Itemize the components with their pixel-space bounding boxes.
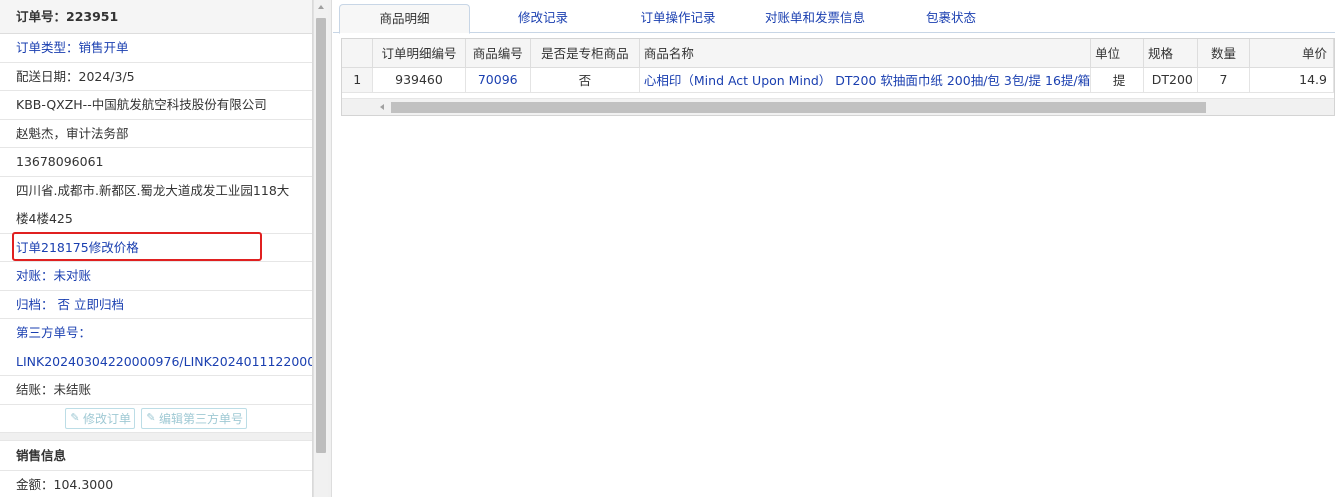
archive-status[interactable]: 归档： 否 立即归档 — [0, 291, 312, 319]
scroll-up-arrow-icon[interactable] — [318, 5, 324, 9]
cell-detail-no: 939460 — [372, 67, 466, 93]
header-product-no[interactable]: 商品编号 — [465, 39, 531, 68]
address-line-2: 楼4楼425 — [0, 205, 312, 234]
delivery-date: 配送日期：2024/3/5 — [0, 63, 312, 91]
tab-product-details[interactable]: 商品明细 — [339, 4, 470, 34]
edit-order-button[interactable]: ✎ 修改订单 — [64, 407, 135, 429]
header-spec[interactable]: 规格 — [1143, 39, 1198, 68]
cell-price: 14.9 — [1249, 67, 1334, 93]
header-unit[interactable]: 单位 — [1090, 39, 1145, 68]
header-price[interactable]: 单价 — [1249, 39, 1334, 68]
tab-package-status[interactable]: 包裹状态 — [889, 4, 1013, 33]
customer-name: KBB-QXZH--中国航发航空科技股份有限公司 — [0, 91, 312, 120]
detail-area: 商品明细 修改记录 订单操作记录 对账单和发票信息 包裹状态 订单明细编号 商品… — [333, 0, 1335, 497]
header-special[interactable]: 是否是专柜商品 — [530, 39, 640, 68]
cell-qty: 7 — [1197, 67, 1251, 93]
edit-third-party-label: 编辑第三方单号 — [159, 411, 244, 426]
contact-person: 赵魁杰，审计法务部 — [0, 120, 312, 148]
scroll-thumb[interactable] — [316, 18, 326, 453]
order-note: 订单218175修改价格 — [0, 234, 312, 262]
hscroll-thumb[interactable] — [391, 102, 1206, 113]
header-qty[interactable]: 数量 — [1197, 39, 1251, 68]
cell-product-name-link[interactable]: 心相印（Mind Act Upon Mind） DT200 软抽面巾纸 200抽… — [639, 67, 1092, 93]
contact-phone: 13678096061 — [0, 148, 312, 177]
cell-product-no-link[interactable]: 70096 — [465, 67, 531, 93]
third-party-label: 第三方单号： — [16, 325, 92, 340]
reconcile-status[interactable]: 对账：未对账 — [0, 262, 312, 291]
sales-info-title: 销售信息 — [0, 441, 312, 471]
left-panel-scrollbar[interactable] — [313, 0, 328, 497]
header-detail-no[interactable]: 订单明细编号 — [372, 39, 466, 68]
panel-splitter[interactable] — [328, 0, 332, 497]
product-grid: 订单明细编号 商品编号 是否是专柜商品 商品名称 单位 规格 数量 单价 1 9… — [341, 38, 1335, 116]
edit-third-party-button[interactable]: ✎ 编辑第三方单号 — [141, 407, 248, 429]
tab-bar: 商品明细 修改记录 订单操作记录 对账单和发票信息 包裹状态 — [333, 0, 1335, 34]
edit-icon: ✎ — [146, 411, 156, 424]
address-line-1: 四川省.成都市.新都区.蜀龙大道成发工业园118大 — [16, 182, 290, 198]
edit-order-label: 修改订单 — [82, 411, 131, 426]
row-number: 1 — [342, 67, 374, 93]
grid-horizontal-scrollbar[interactable] — [342, 98, 1334, 115]
cell-unit: 提 — [1090, 67, 1145, 93]
cell-spec: DT200 — [1143, 67, 1198, 93]
third-party-order-numbers: LINK20240304220000976/LINK20240111220001… — [0, 348, 312, 376]
order-number: 订单号：223951 — [0, 0, 312, 34]
edit-icon: ✎ — [70, 411, 80, 424]
product-table: 订单明细编号 商品编号 是否是专柜商品 商品名称 单位 规格 数量 单价 1 9… — [342, 39, 1334, 93]
sales-amount: 金额：104.3000 — [0, 471, 312, 497]
table-row[interactable]: 1 939460 70096 否 心相印（Mind Act Upon Mind）… — [342, 67, 1334, 93]
order-info-panel: 订单号：223951 订单类型：销售开单 配送日期：2024/3/5 KBB-Q… — [0, 0, 313, 497]
tab-order-operation-log[interactable]: 订单操作记录 — [613, 4, 743, 33]
header-product-name[interactable]: 商品名称 — [639, 39, 1092, 68]
scroll-left-arrow-icon[interactable] — [380, 104, 384, 110]
header-rownum — [342, 39, 374, 68]
tab-statement-invoice[interactable]: 对账单和发票信息 — [745, 4, 885, 33]
cell-special: 否 — [530, 67, 640, 93]
table-header-row: 订单明细编号 商品编号 是否是专柜商品 商品名称 单位 规格 数量 单价 — [342, 39, 1334, 68]
action-buttons: ✎ 修改订单 ✎ 编辑第三方单号 — [0, 405, 312, 433]
section-divider — [0, 432, 312, 441]
tab-modify-history[interactable]: 修改记录 — [481, 4, 605, 33]
settlement-status: 结账：未结账 — [0, 376, 312, 405]
order-type: 订单类型：销售开单 — [0, 34, 312, 63]
